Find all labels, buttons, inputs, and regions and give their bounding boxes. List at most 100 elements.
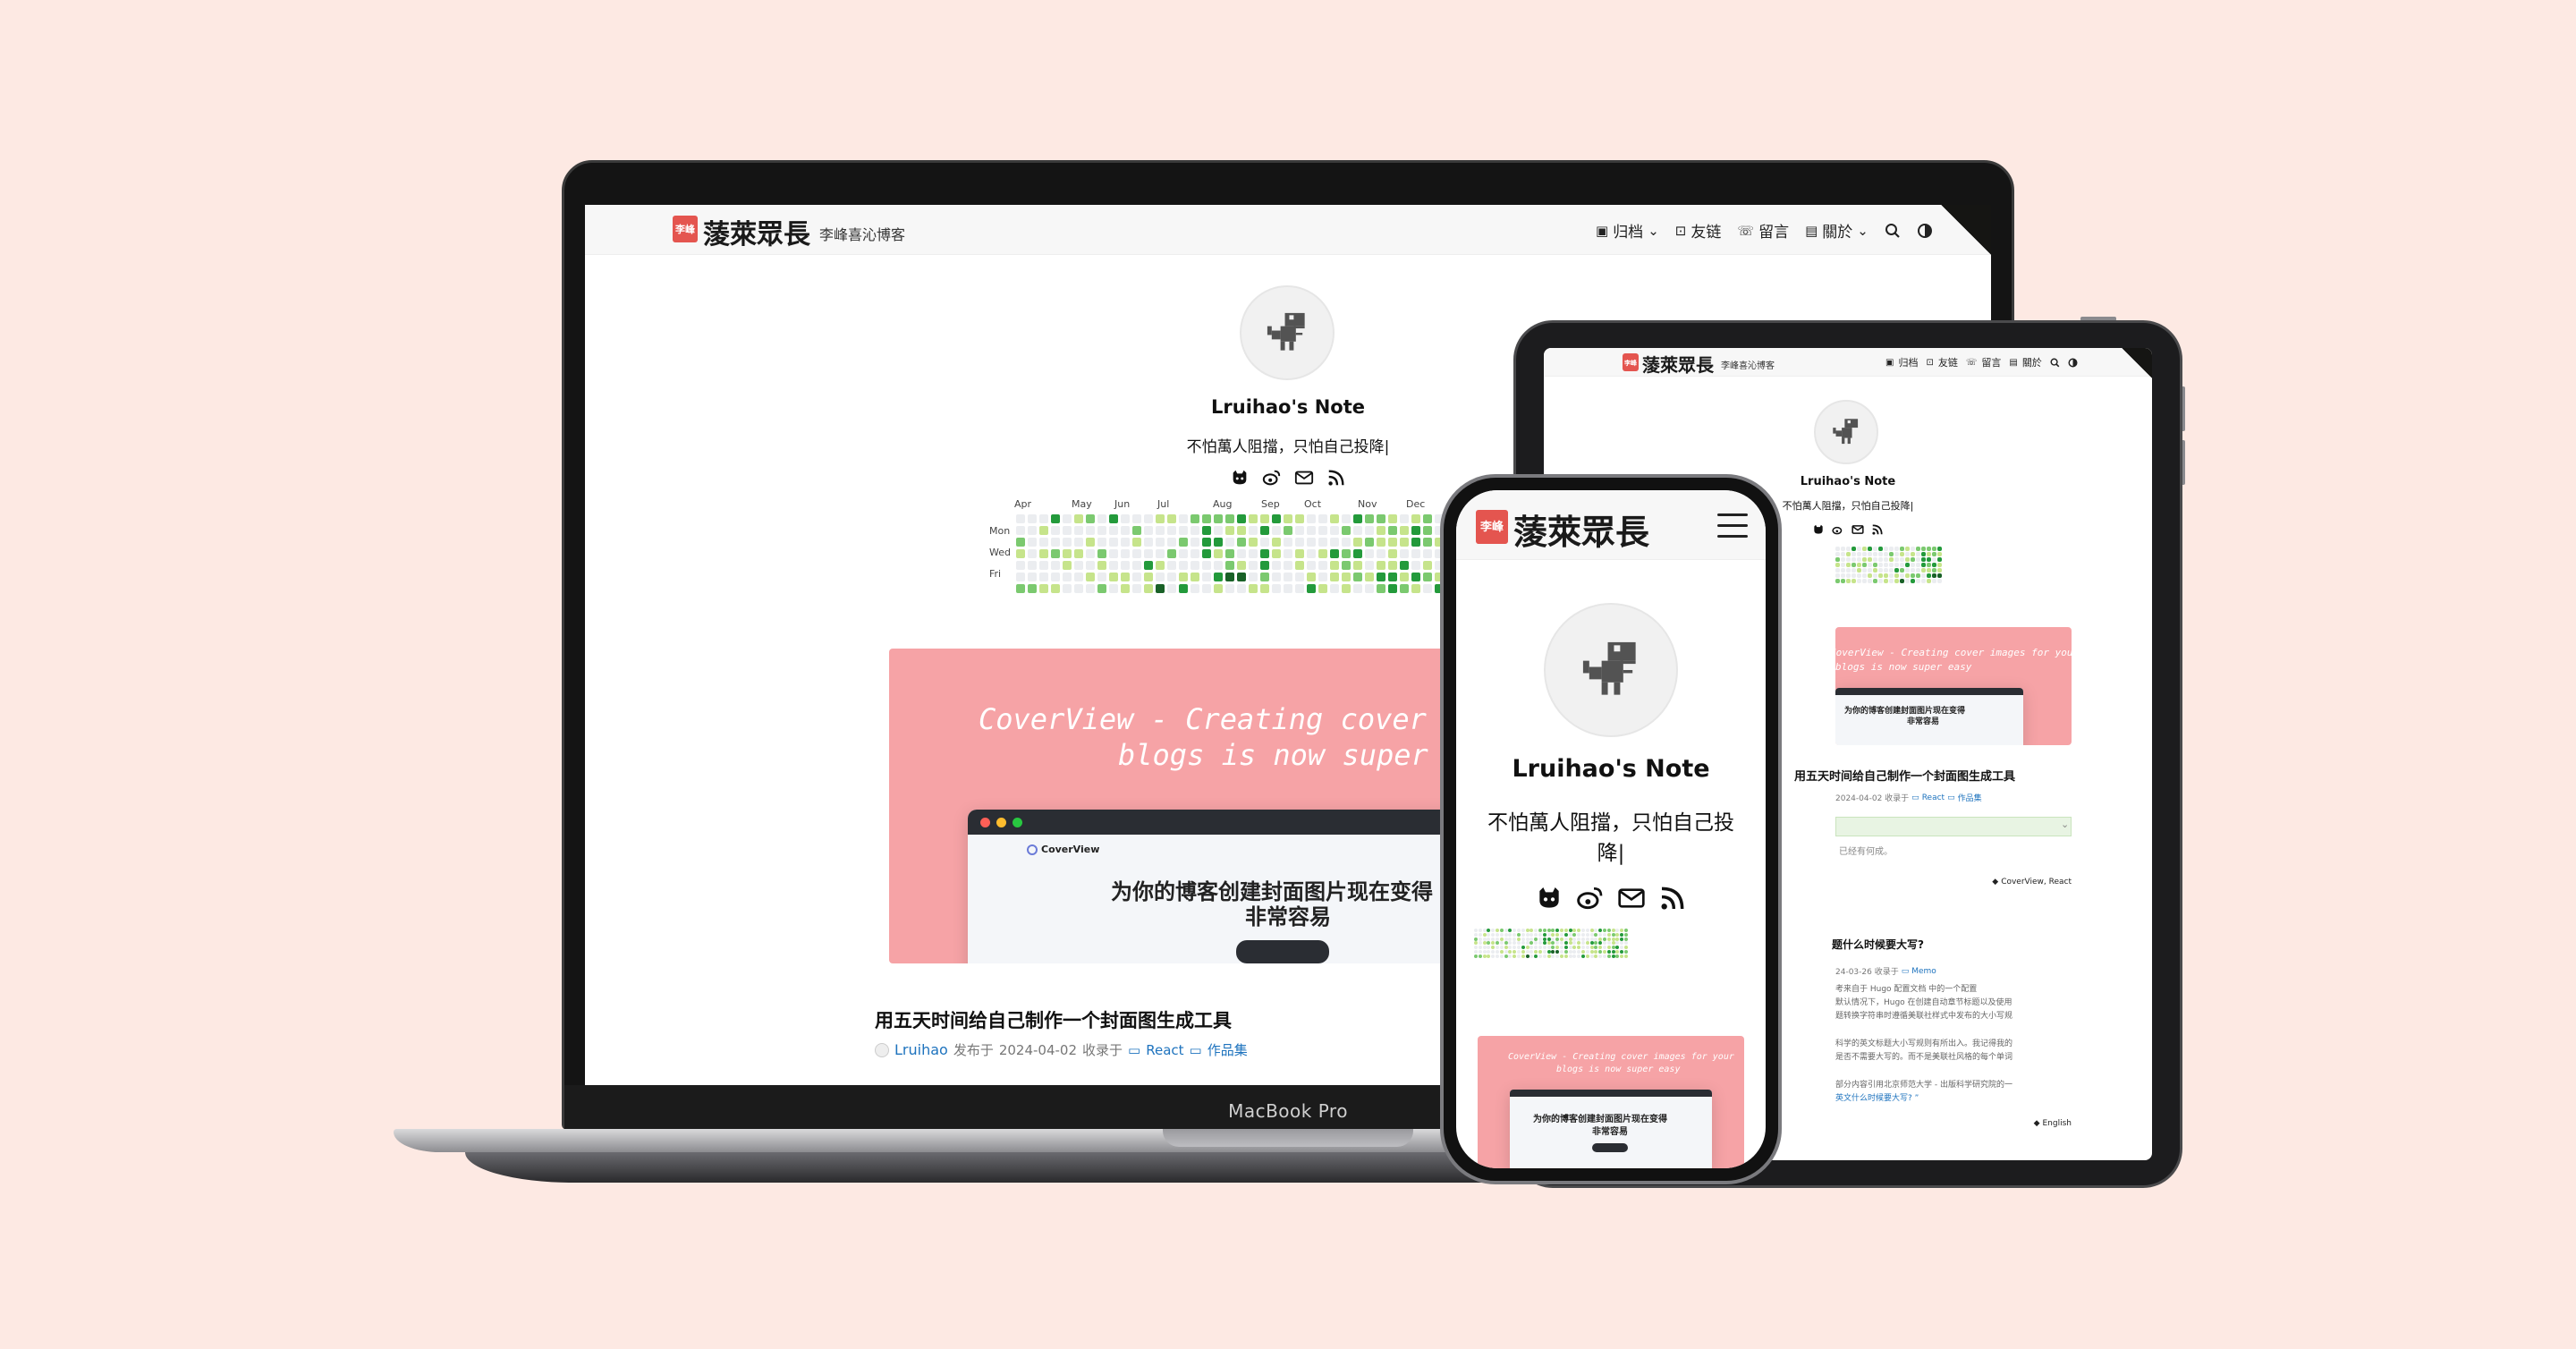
heatmap-cell[interactable] [1499,941,1504,946]
heatmap-cell[interactable] [1585,937,1589,941]
heatmap-cell[interactable] [1857,557,1861,562]
brand-seal[interactable]: 李峰 [673,216,698,242]
heatmap-cell[interactable] [1330,514,1339,523]
heatmap-cell[interactable] [1921,552,1926,556]
heatmap-cell[interactable] [1260,538,1269,547]
heatmap-cell[interactable] [1911,557,1915,562]
heatmap-cell[interactable] [1474,937,1478,941]
heatmap-cell[interactable] [1097,514,1106,523]
heatmap-cell[interactable] [1365,549,1374,558]
weibo-icon[interactable] [1576,884,1605,912]
heatmap-cell[interactable] [1534,954,1538,958]
heatmap-cell[interactable] [1530,929,1534,932]
heatmap-cell[interactable] [1894,552,1899,556]
heatmap-cell[interactable] [1051,561,1060,570]
heatmap-cell[interactable] [1249,526,1258,535]
heatmap-cell[interactable] [1873,552,1877,556]
heatmap-cell[interactable] [1927,563,1931,567]
heatmap-cell[interactable] [1179,549,1188,558]
heatmap-cell[interactable] [1868,547,1872,551]
heatmap-cell[interactable] [1916,547,1920,551]
heatmap-cell[interactable] [1551,941,1555,946]
heatmap-cell[interactable] [1365,573,1374,581]
heatmap-cell[interactable] [1504,937,1508,941]
heatmap-cell[interactable] [1423,549,1432,558]
heatmap-cell[interactable] [1191,514,1199,523]
heatmap-cell[interactable] [1516,937,1521,941]
heatmap-cell[interactable] [1611,929,1615,932]
heatmap-cell[interactable] [1606,937,1611,941]
heatmap-cell[interactable] [1086,584,1095,593]
heatmap-cell[interactable] [1521,929,1525,932]
heatmap-cell[interactable] [1516,954,1521,958]
heatmap-cell[interactable] [1353,561,1362,570]
ipad-post2-title[interactable]: 题什么时候要大写? [1832,937,1924,952]
heatmap-cell[interactable] [1063,561,1072,570]
heatmap-cell[interactable] [1542,937,1546,941]
heatmap-cell[interactable] [1214,549,1223,558]
heatmap-cell[interactable] [1559,949,1563,954]
heatmap-cell[interactable] [1905,547,1910,551]
heatmap-cell[interactable] [1504,949,1508,954]
heatmap-cell[interactable] [1525,949,1530,954]
ipad-category-works-link[interactable]: 作品集 [1958,792,1982,803]
heatmap-cell[interactable] [1580,941,1585,946]
heatmap-cell[interactable] [1846,557,1851,562]
heatmap-cell[interactable] [1546,932,1551,937]
heatmap-cell[interactable] [1109,526,1118,535]
heatmap-cell[interactable] [1873,579,1877,583]
heatmap-cell[interactable] [1132,549,1141,558]
heatmap-cell[interactable] [1225,573,1234,581]
heatmap-cell[interactable] [1086,549,1095,558]
heatmap-cell[interactable] [1307,573,1316,581]
heatmap-cell[interactable] [1846,563,1851,567]
heatmap-cell[interactable] [1598,954,1603,958]
nav-about[interactable]: ▤ 關於 ⌄ [1805,219,1868,242]
heatmap-cell[interactable] [1927,568,1931,573]
heatmap-cell[interactable] [1538,941,1542,946]
heatmap-cell[interactable] [1921,568,1926,573]
heatmap-cell[interactable] [1538,929,1542,932]
category-works-link[interactable]: 作品集 [1208,1040,1248,1059]
heatmap-cell[interactable] [1937,563,1942,567]
heatmap-cell[interactable] [1491,949,1496,954]
heatmap-cell[interactable] [1156,584,1165,593]
heatmap-cell[interactable] [1568,946,1572,950]
heatmap-cell[interactable] [1835,579,1840,583]
heatmap-cell[interactable] [1086,526,1095,535]
heatmap-cell[interactable] [1225,538,1234,547]
heatmap-cell[interactable] [1191,584,1199,593]
heatmap-cell[interactable] [1377,549,1385,558]
heatmap-cell[interactable] [1905,557,1910,562]
heatmap-cell[interactable] [1109,549,1118,558]
heatmap-cell[interactable] [1889,552,1894,556]
heatmap-cell[interactable] [1921,579,1926,583]
github-icon[interactable] [1535,884,1563,912]
heatmap-cell[interactable] [1508,949,1513,954]
heatmap-cell[interactable] [1615,932,1620,937]
heatmap-cell[interactable] [1568,954,1572,958]
heatmap-cell[interactable] [1191,549,1199,558]
heatmap-cell[interactable] [1911,563,1915,567]
heatmap-cell[interactable] [1623,946,1628,950]
heatmap-cell[interactable] [1353,549,1362,558]
heatmap-cell[interactable] [1074,538,1083,547]
heatmap-cell[interactable] [1504,932,1508,937]
heatmap-cell[interactable] [1620,949,1624,954]
heatmap-cell[interactable] [1478,941,1482,946]
heatmap-cell[interactable] [1937,557,1942,562]
heatmap-cell[interactable] [1889,573,1894,578]
heatmap-cell[interactable] [1894,568,1899,573]
heatmap-cell[interactable] [1491,954,1496,958]
heatmap-cell[interactable] [1572,937,1577,941]
heatmap-cell[interactable] [1097,561,1106,570]
heatmap-cell[interactable] [1927,557,1931,562]
heatmap-cell[interactable] [1555,932,1560,937]
heatmap-cell[interactable] [1615,954,1620,958]
heatmap-cell[interactable] [1400,584,1409,593]
heatmap-cell[interactable] [1423,514,1432,523]
heatmap-cell[interactable] [1487,932,1491,937]
heatmap-cell[interactable] [1937,579,1942,583]
heatmap-cell[interactable] [1478,929,1482,932]
heatmap-cell[interactable] [1568,929,1572,932]
